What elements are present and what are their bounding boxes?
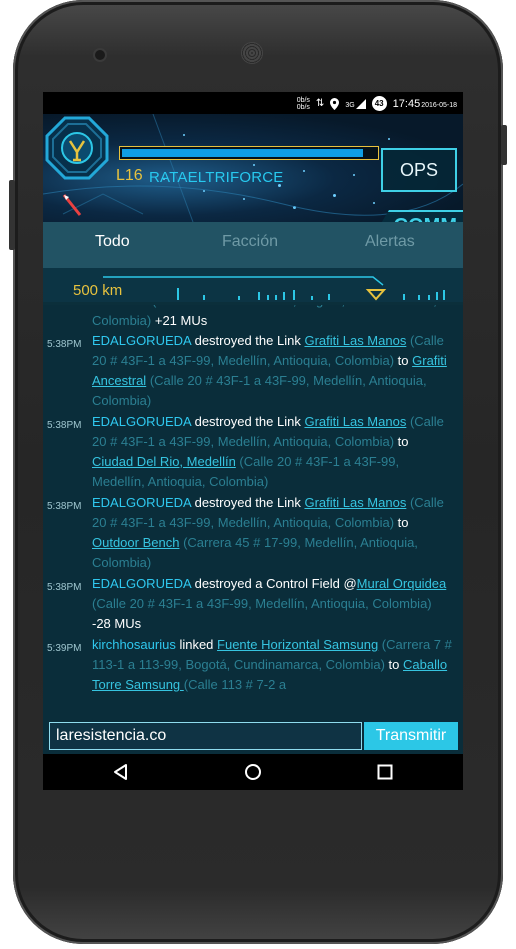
clock-time: 17:45 (392, 97, 421, 110)
log-message: EDALGORUEDA destroyed a Control Field @M… (92, 574, 452, 634)
game-header: L16 RATAELTRIFORCE OPS COMM (43, 114, 463, 222)
portal-link[interactable]: Ciudad Del Rio, Medellín (92, 454, 236, 469)
square-recents-icon[interactable] (376, 763, 394, 781)
portal-link[interactable]: Grafiti Las Manos (304, 414, 406, 429)
player-name[interactable]: EDALGORUEDA (92, 495, 191, 510)
scanner-marker-icon (62, 194, 82, 216)
resistance-faction-icon (45, 116, 109, 180)
network-type: 3G (345, 101, 355, 109)
ops-button[interactable]: OPS (381, 148, 457, 192)
log-message: EDALGORUEDA destroyed the Link Grafiti L… (92, 412, 452, 492)
front-camera (95, 50, 105, 60)
log-time: 5:38PM (47, 339, 82, 350)
action-text: destroyed a Control Field @ (190, 576, 357, 591)
earpiece-speaker (241, 42, 263, 64)
location-icon (330, 97, 340, 110)
action-text: to (388, 657, 403, 672)
action-text: destroyed the Link (190, 414, 305, 429)
triangle-back-icon[interactable] (112, 763, 130, 781)
player-name[interactable]: EDALGORUEDA (92, 333, 191, 348)
screen: 0b/s 0b/s ⇅ 3G 43 17:452016-05-18 L16 RA… (43, 92, 463, 790)
action-text: to (397, 434, 409, 449)
android-nav-bar (43, 754, 463, 790)
clock: 17:452016-05-18 (393, 98, 457, 110)
action-text: to (397, 515, 409, 530)
chat-input-row: Transmitir (43, 720, 463, 754)
data-arrows-icon: ⇅ (315, 98, 325, 109)
portal-link[interactable]: Mural Orquidea (357, 576, 447, 591)
distance-slider[interactable]: 500 km (43, 268, 463, 302)
circle-home-icon[interactable] (244, 763, 262, 781)
chat-input[interactable] (49, 722, 362, 750)
portal-link[interactable]: Grafiti Las Manos (304, 333, 406, 348)
xm-bar (119, 146, 379, 160)
log-message: kirchhosaurius linked Fuente Horizontal … (92, 635, 452, 695)
address-text: (Calle 20 # 43F-1 a 43F-99, Medellín, An… (92, 596, 432, 611)
log-time: 5:38PM (47, 420, 82, 431)
log-time: 5:38PM (47, 501, 82, 512)
address-text: Pinatoveli (Calle 70A # 7-2 a 7-100, Bog… (92, 305, 437, 328)
net-speed: 0b/s 0b/s (297, 97, 310, 111)
net-speed-up: 0b/s (296, 96, 310, 104)
signal-icon: 3G (345, 98, 366, 109)
power-button (501, 125, 507, 165)
battery-icon: 43 (371, 96, 387, 111)
log-time: 5:39PM (47, 643, 82, 654)
action-text: linked (175, 637, 218, 652)
send-button[interactable]: Transmitir (364, 722, 458, 750)
portal-link[interactable]: Grafiti Las Manos (304, 495, 406, 510)
log-message: EDALGORUEDA destroyed the Link Grafiti L… (92, 331, 452, 411)
volume-button (9, 180, 15, 250)
portal-link[interactable]: Outdoor Bench (92, 535, 179, 550)
tab-alertas[interactable]: Alertas (365, 233, 415, 251)
action-text: to (397, 353, 413, 368)
comm-log[interactable]: Pinatoveli (Calle 70A # 7-2 a 7-100, Bog… (43, 305, 463, 720)
mu-change: +21 MUs (154, 313, 208, 328)
tab-faccion[interactable]: Facción (222, 233, 278, 251)
log-message: EDALGORUEDA destroyed the Link Grafiti L… (92, 493, 452, 573)
net-speed-down: 0b/s (296, 103, 310, 111)
action-text: destroyed the Link (190, 495, 305, 510)
slider-handle-icon (365, 289, 387, 301)
log-time: 5:38PM (47, 582, 82, 593)
mu-change: -28 MUs (92, 616, 142, 631)
player-name[interactable]: EDALGORUEDA (92, 414, 191, 429)
action-text: destroyed the Link (190, 333, 305, 348)
log-message: Pinatoveli (Calle 70A # 7-2 a 7-100, Bog… (92, 305, 452, 331)
player-name[interactable]: kirchhosaurius (92, 637, 176, 652)
battery-level: 43 (374, 99, 384, 108)
address-text: (Calle 113 # 7-2 a (183, 677, 287, 692)
xm-bar-fill (122, 149, 363, 157)
portal-link[interactable]: Fuente Horizontal Samsung (217, 637, 378, 652)
comm-tabs: Todo Facción Alertas (43, 222, 463, 268)
agent-name[interactable]: RATAELTRIFORCE (149, 169, 283, 186)
clock-date: 2016-05-18 (421, 101, 457, 109)
status-bar: 0b/s 0b/s ⇅ 3G 43 17:452016-05-18 (43, 92, 463, 114)
player-name[interactable]: EDALGORUEDA (92, 576, 191, 591)
player-level: L16 (116, 167, 143, 184)
distance-scale (103, 276, 445, 301)
tab-todo[interactable]: Todo (95, 233, 130, 251)
